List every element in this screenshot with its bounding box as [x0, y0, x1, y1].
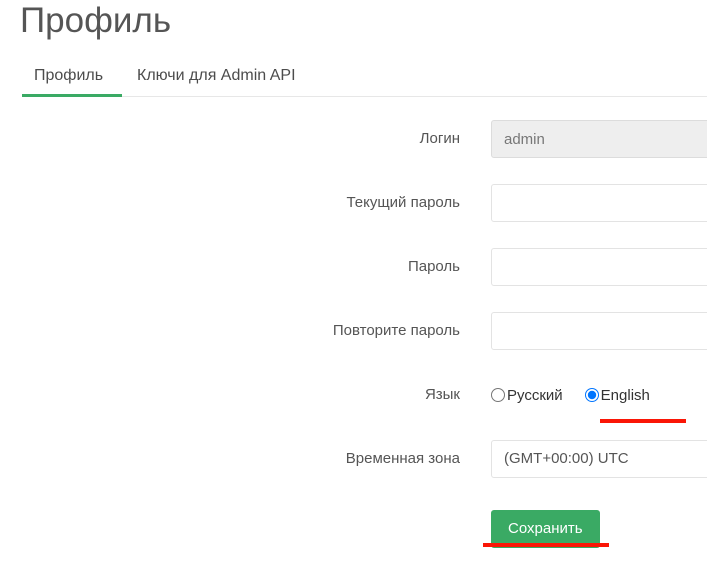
active-tab-indicator — [22, 94, 122, 97]
page-title: Профиль — [20, 1, 172, 40]
form-row-current-password: Текущий пароль — [0, 184, 707, 248]
form-row-password: Пароль — [0, 248, 707, 312]
form-row-save: Сохранить — [0, 504, 707, 560]
tab-profile[interactable]: Профиль — [34, 56, 103, 96]
tab-admin-api-keys[interactable]: Ключи для Admin API — [137, 56, 296, 96]
tab-bar: Профиль Ключи для Admin API — [0, 56, 707, 97]
repeat-password-input[interactable] — [491, 312, 707, 350]
current-password-input[interactable] — [491, 184, 707, 222]
form-row-timezone: Временная зона (GMT+00:00) UTC — [0, 440, 707, 504]
current-password-label: Текущий пароль — [346, 194, 460, 211]
timezone-select[interactable]: (GMT+00:00) UTC — [491, 440, 707, 478]
language-option-english[interactable]: English — [584, 386, 650, 404]
login-input — [491, 120, 707, 158]
timezone-label: Временная зона — [345, 450, 460, 467]
language-option-russian-label: Русский — [507, 386, 563, 404]
login-label: Логин — [419, 130, 460, 147]
form-row-login: Логин — [0, 120, 707, 184]
language-radio-group: Русский English — [491, 376, 650, 414]
password-label: Пароль — [407, 258, 460, 275]
repeat-password-label: Повторите пароль — [332, 322, 460, 339]
language-option-english-label: English — [600, 386, 650, 404]
language-radio-russian[interactable] — [491, 388, 505, 402]
profile-form: Логин Текущий пароль Пароль Повторите па… — [0, 120, 707, 560]
annotation-underline-language — [600, 419, 686, 423]
form-row-language: Язык Русский English — [0, 376, 707, 440]
tab-bar-divider — [22, 96, 707, 97]
language-radio-english[interactable] — [584, 388, 599, 402]
language-option-russian[interactable]: Русский — [491, 387, 563, 404]
language-label: Язык — [424, 386, 460, 403]
form-row-repeat-password: Повторите пароль — [0, 312, 707, 376]
annotation-underline-save — [483, 543, 609, 547]
password-input[interactable] — [491, 248, 707, 286]
